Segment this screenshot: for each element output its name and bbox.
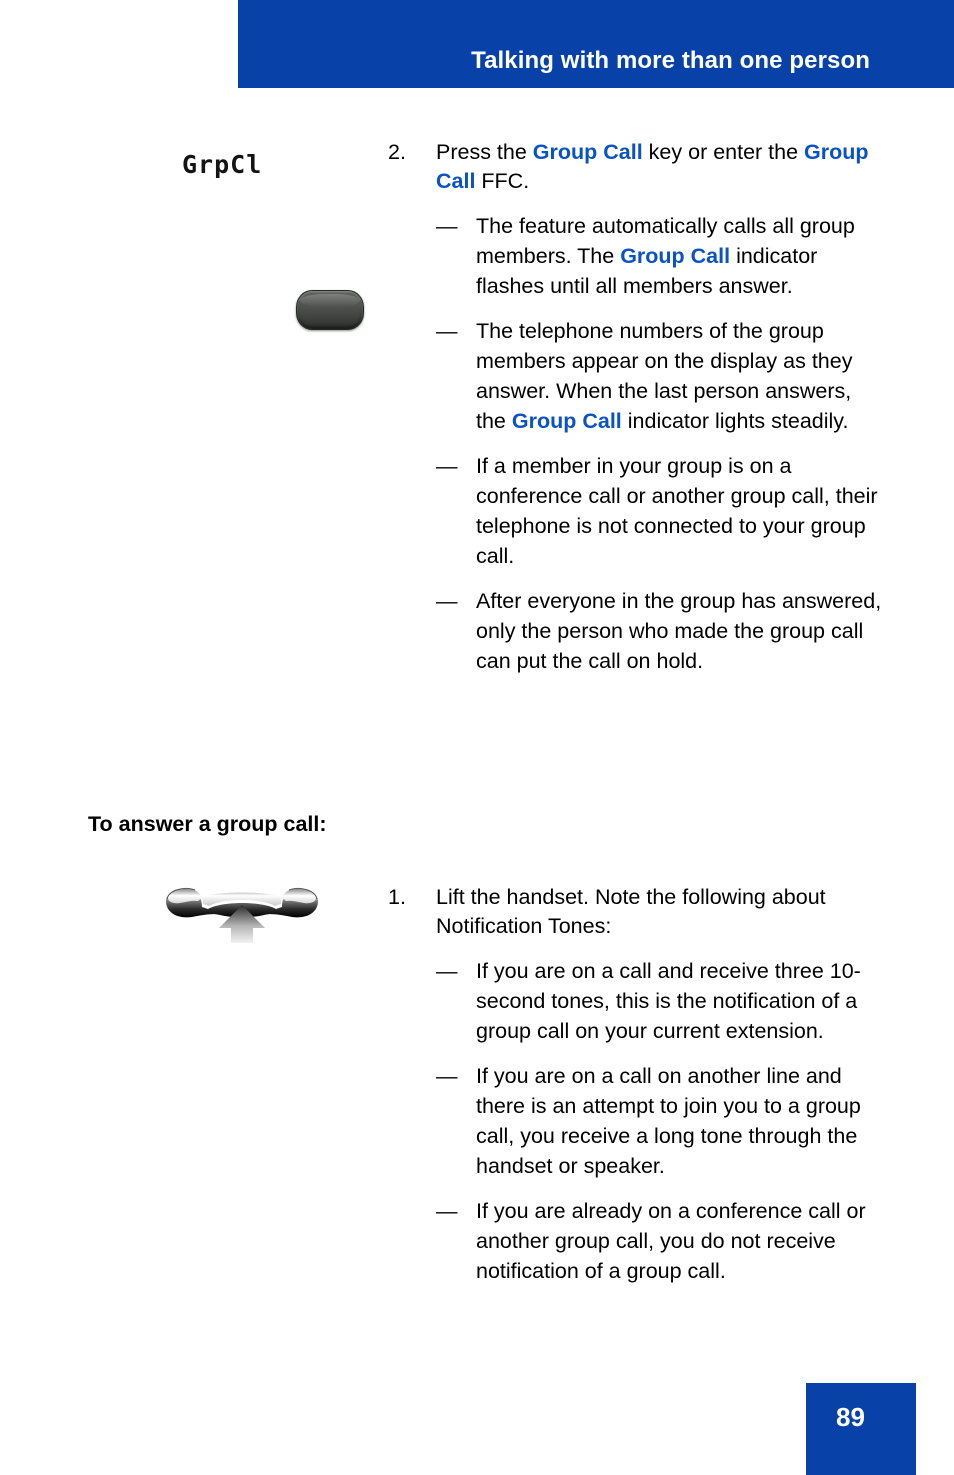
sub-item-text: If a member in your group is on a confer…	[476, 454, 878, 568]
step-1-line: 1. Lift the handset. Note the following …	[388, 883, 884, 941]
lift-handset-icon	[160, 883, 324, 945]
page-number: 89	[836, 1402, 865, 1432]
step-1-sub-item-1: — If you are on a call and receive three…	[388, 956, 884, 1046]
step-2-sub-item-2: — The telephone numbers of the group mem…	[388, 316, 884, 436]
step-2-sub-item-3: — If a member in your group is on a conf…	[388, 451, 884, 571]
section-heading: To answer a group call:	[88, 812, 327, 836]
step-2-sub-item-4: — After everyone in the group has answer…	[388, 586, 884, 676]
step-2-body: 2. Press the Group Call key or enter the…	[388, 138, 954, 676]
sub-item-text: The telephone numbers of the group membe…	[476, 319, 853, 433]
step-1-text: Lift the handset. Note the following abo…	[436, 885, 826, 938]
sub-item-text: If you are on a call and receive three 1…	[476, 959, 861, 1043]
lcd-display-label: GrpCl	[182, 150, 263, 179]
page-content: GrpCl 2. Press the Group Call key or ent…	[0, 88, 954, 1475]
soft-key-button-icon[interactable]	[296, 290, 364, 330]
dash-bullet-icon: —	[436, 454, 458, 478]
step-1-sub-item-2: — If you are on a call on another line a…	[388, 1061, 884, 1181]
emphasis-text: Group Call	[620, 244, 731, 268]
page-header-band: Talking with more than one person	[238, 0, 954, 88]
step-block-2: GrpCl 2. Press the Group Call key or ent…	[0, 138, 954, 676]
sub-item-text: The feature automatically calls all grou…	[476, 214, 855, 298]
step-1-sub-item-3: — If you are already on a conference cal…	[388, 1196, 884, 1286]
sub-item-text: If you are already on a conference call …	[476, 1199, 866, 1283]
dash-bullet-icon: —	[436, 1199, 458, 1223]
step-2-sub-item-1: — The feature automatically calls all gr…	[388, 211, 884, 301]
sub-item-text: After everyone in the group has answered…	[476, 589, 882, 673]
emphasis-text: Group Call	[511, 409, 622, 433]
step-2-number: 2.	[388, 140, 406, 164]
dash-bullet-icon: —	[436, 1064, 458, 1088]
sub-item-text: If you are on a call on another line and…	[476, 1064, 861, 1178]
page-title: Talking with more than one person	[471, 47, 870, 74]
dash-bullet-icon: —	[436, 959, 458, 983]
dash-bullet-icon: —	[436, 319, 458, 343]
step-1-body: 1. Lift the handset. Note the following …	[388, 883, 954, 1286]
emphasis-text: Group Call	[436, 140, 869, 193]
step-1-number: 1.	[388, 885, 406, 909]
dash-bullet-icon: —	[436, 214, 458, 238]
step-2-line: 2. Press the Group Call key or enter the…	[388, 138, 884, 196]
page-number-box: 89	[806, 1383, 916, 1475]
step-2-text: Press the Group Call key or enter the Gr…	[436, 140, 869, 193]
emphasis-text: Group Call	[532, 140, 643, 164]
dash-bullet-icon: —	[436, 589, 458, 613]
step-block-1: 1. Lift the handset. Note the following …	[0, 883, 954, 1286]
